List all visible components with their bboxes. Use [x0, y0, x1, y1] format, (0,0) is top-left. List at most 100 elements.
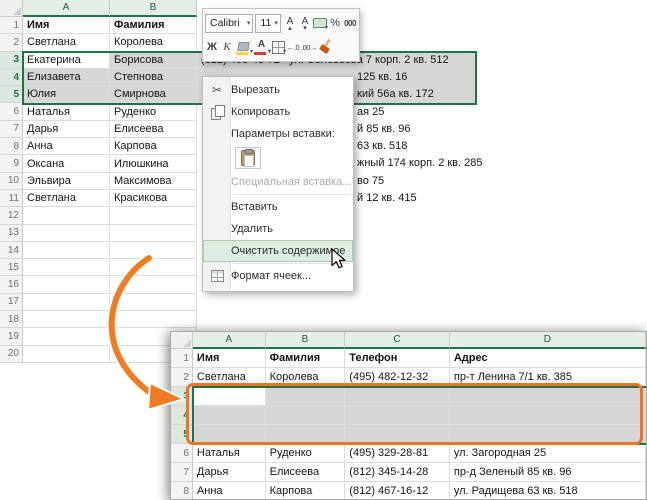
- cell-A7[interactable]: Дарья: [192, 463, 266, 482]
- cell-B12[interactable]: [110, 207, 197, 225]
- cell-D4[interactable]: [449, 406, 646, 425]
- row-header-18[interactable]: 18: [0, 311, 23, 329]
- cell-C7[interactable]: (812) 345-14-28: [345, 463, 450, 482]
- shrink-font-icon[interactable]: A ▾: [298, 13, 312, 33]
- cell-C5[interactable]: [345, 425, 450, 444]
- cell-B11[interactable]: Красикова: [110, 189, 197, 208]
- format-painter-icon[interactable]: [318, 37, 333, 57]
- italic-icon[interactable]: К: [220, 37, 234, 57]
- cell-A2[interactable]: Светлана: [192, 368, 266, 387]
- cell-A6[interactable]: Наталья: [23, 103, 110, 121]
- cell-D2[interactable]: пр-т Ленина 7/1 кв. 385: [449, 368, 646, 387]
- accounting-format-icon[interactable]: ▾: [313, 13, 328, 33]
- row-header-7[interactable]: 7: [171, 463, 193, 482]
- cell-B2[interactable]: Королева: [265, 368, 346, 387]
- cell-D7[interactable]: пр-д Зеленый 85 кв. 96: [449, 463, 646, 482]
- cell-A1[interactable]: Имя: [23, 17, 110, 35]
- row-header-12[interactable]: 12: [0, 207, 23, 225]
- row-header-13[interactable]: 13: [0, 224, 23, 242]
- paste-option-button[interactable]: [235, 147, 261, 169]
- cell-B8[interactable]: Карпова: [110, 138, 197, 156]
- cell-A19[interactable]: [23, 328, 110, 346]
- row-header-5[interactable]: 5: [0, 86, 23, 104]
- column-header-A[interactable]: A: [23, 0, 110, 17]
- cell-C2[interactable]: (495) 482-12-32: [345, 368, 450, 387]
- column-header-B[interactable]: B: [265, 332, 346, 349]
- menu-item-clear-contents[interactable]: Очистить содержимое: [203, 240, 353, 262]
- menu-item-paste-special[interactable]: Специальная вставка...: [203, 171, 353, 193]
- cell-D8[interactable]: ул. Радищева 63 кв. 518: [450, 482, 646, 499]
- column-header-D[interactable]: D: [449, 332, 646, 349]
- row-header-10[interactable]: 10: [0, 172, 23, 190]
- decrease-decimal-icon[interactable]: .00→: [301, 37, 317, 57]
- cell-B17[interactable]: [110, 293, 197, 312]
- cell-B9[interactable]: Илюшкина: [110, 155, 197, 173]
- select-all-corner[interactable]: [0, 0, 23, 17]
- cell-B15[interactable]: [110, 259, 197, 277]
- comma-style-icon[interactable]: 000: [343, 13, 357, 33]
- cell-A2[interactable]: Светлана: [23, 34, 110, 52]
- row-header-7[interactable]: 7: [0, 120, 23, 139]
- row-header-2[interactable]: 2: [171, 368, 193, 387]
- cell-A15[interactable]: [23, 259, 110, 277]
- cell-A18[interactable]: [23, 311, 110, 329]
- row-header-15[interactable]: 15: [0, 259, 23, 277]
- row-header-4[interactable]: 4: [0, 68, 23, 87]
- row-header-1[interactable]: 1: [0, 17, 23, 35]
- cell-B1[interactable]: Фамилия: [110, 17, 197, 35]
- cell-B1[interactable]: Фамилия: [265, 349, 346, 368]
- cell-A9[interactable]: Оксана: [23, 155, 110, 173]
- cell-A5[interactable]: Юлия: [23, 86, 110, 104]
- cell-C6[interactable]: (495) 329-28-81: [345, 444, 450, 463]
- row-header-14[interactable]: 14: [0, 241, 23, 260]
- cell-A8[interactable]: Анна: [193, 482, 266, 499]
- cell-A14[interactable]: [23, 241, 110, 260]
- font-color-icon[interactable]: А ▾: [253, 37, 271, 57]
- cell-A10[interactable]: Эльвира: [23, 172, 110, 190]
- cell-A3[interactable]: Екатерина: [23, 51, 110, 69]
- cell-A3[interactable]: [192, 387, 266, 406]
- cell-A8[interactable]: Анна: [23, 138, 110, 156]
- cell-C1[interactable]: Телефон: [345, 349, 450, 368]
- cell-A4[interactable]: [192, 406, 266, 425]
- borders-icon[interactable]: ▾: [271, 37, 286, 57]
- row-header-8[interactable]: 8: [0, 138, 23, 156]
- grow-font-icon[interactable]: A ▴: [283, 13, 297, 33]
- cell-A13[interactable]: [23, 224, 110, 242]
- row-header-8[interactable]: 8: [171, 482, 193, 499]
- bold-icon[interactable]: Ж: [205, 37, 219, 57]
- cell-B8[interactable]: Карпова: [266, 482, 346, 499]
- cell-A6[interactable]: Наталья: [192, 444, 266, 463]
- row-header-16[interactable]: 16: [0, 276, 23, 294]
- cell-B3[interactable]: Борисова: [110, 51, 197, 69]
- menu-item-insert[interactable]: Вставить: [203, 196, 353, 218]
- menu-item-delete[interactable]: Удалить: [203, 218, 353, 240]
- column-header-C[interactable]: C: [345, 332, 450, 349]
- cell-A17[interactable]: [23, 293, 110, 312]
- cell-A16[interactable]: [23, 276, 110, 294]
- font-name-combo[interactable]: Calibri ▾: [205, 13, 254, 33]
- cell-B2[interactable]: Королева: [110, 34, 197, 52]
- column-header-A[interactable]: A: [192, 332, 266, 349]
- cell-C8[interactable]: (812) 467-16-12: [345, 482, 450, 499]
- row-header-3[interactable]: 3: [0, 51, 23, 69]
- cell-D5[interactable]: [449, 425, 646, 444]
- cell-B6[interactable]: Руденко: [110, 103, 197, 121]
- cell-A1[interactable]: Имя: [192, 349, 266, 368]
- cell-D3[interactable]: [449, 387, 646, 406]
- cell-B13[interactable]: [110, 224, 197, 242]
- cell-B10[interactable]: Максимова: [110, 172, 197, 190]
- row-header-6[interactable]: 6: [0, 103, 23, 121]
- row-header-3[interactable]: 3: [171, 387, 193, 406]
- row-header-9[interactable]: 9: [0, 155, 23, 173]
- select-all-corner[interactable]: [171, 332, 193, 349]
- cell-A4[interactable]: Елизавета: [23, 68, 110, 87]
- fill-color-icon[interactable]: ▾: [235, 37, 253, 57]
- cell-A12[interactable]: [23, 207, 110, 225]
- cell-B18[interactable]: [110, 311, 197, 329]
- cell-A11[interactable]: Светлана: [23, 189, 110, 208]
- percent-style-icon[interactable]: %: [328, 13, 342, 33]
- cell-C4[interactable]: [345, 406, 450, 425]
- cell-B7[interactable]: Елисеева: [265, 463, 346, 482]
- row-header-1[interactable]: 1: [171, 349, 193, 368]
